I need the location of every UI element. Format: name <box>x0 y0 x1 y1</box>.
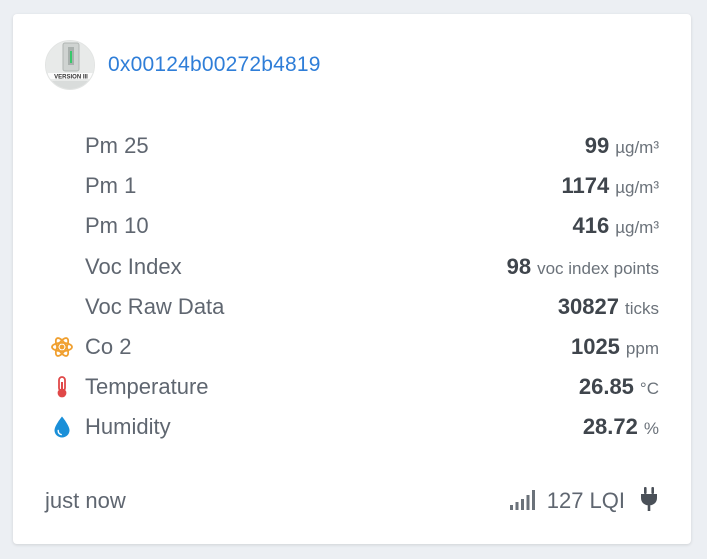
lqi-value: 127 LQI <box>546 488 625 513</box>
last-seen-text: just now <box>45 488 126 513</box>
metric-row-pm25: Pm 25 99 µg/m³ <box>45 126 659 166</box>
metric-label: Pm 10 <box>85 213 149 239</box>
metric-value: 416 µg/m³ <box>572 213 659 239</box>
metric-value: 26.85 °C <box>579 374 659 400</box>
metric-value: 99 µg/m³ <box>585 133 659 159</box>
metric-row-humidity: Humidity 28.72 % <box>45 407 659 447</box>
card-footer: just now 127 LQI <box>45 486 659 516</box>
metric-label: Co 2 <box>85 334 132 360</box>
avatar-caption: VERSION III <box>54 75 88 81</box>
metric-row-temperature: Temperature 26.85 °C <box>45 367 659 407</box>
metric-unit: ticks <box>625 298 659 318</box>
metric-label: Temperature <box>85 374 209 400</box>
metric-number: 30827 <box>557 293 619 319</box>
water-drop-icon <box>50 415 74 439</box>
device-avatar[interactable]: VERSION III <box>45 40 95 90</box>
signal-bars-icon <box>509 487 539 516</box>
metric-label: Pm 1 <box>85 173 137 199</box>
metric-number: 416 <box>572 213 610 239</box>
metric-value: 98 voc index points <box>507 254 659 280</box>
metric-number: 1025 <box>570 334 620 360</box>
metric-label: Voc Index <box>85 253 182 279</box>
metric-unit: µg/m³ <box>615 138 659 158</box>
device-header: VERSION III 0x00124b00272b4819 <box>45 40 321 90</box>
device-image-icon: VERSION III <box>46 41 94 89</box>
atom-icon <box>50 335 74 359</box>
device-id-link[interactable]: 0x00124b00272b4819 <box>108 53 321 77</box>
plug-icon <box>639 486 659 517</box>
metric-value: 28.72 % <box>583 414 659 440</box>
metric-row-voc-index: Voc Index 98 voc index points <box>45 247 659 287</box>
metric-label: Voc Raw Data <box>85 293 225 319</box>
metric-value: 1174 µg/m³ <box>561 173 659 199</box>
metric-label: Humidity <box>85 414 171 440</box>
metric-unit: °C <box>639 379 659 399</box>
metric-unit: µg/m³ <box>615 218 659 238</box>
device-card: VERSION III 0x00124b00272b4819 Pm 25 99 … <box>13 14 691 544</box>
metric-label: Pm 25 <box>85 133 149 159</box>
metric-value: 30827 ticks <box>558 294 659 320</box>
metric-number: 98 <box>506 253 532 279</box>
metric-unit: voc index points <box>537 258 659 278</box>
metric-number: 99 <box>584 133 610 159</box>
metric-row-voc-raw: Voc Raw Data 30827 ticks <box>45 287 659 327</box>
metric-unit: µg/m³ <box>615 178 659 198</box>
metric-number: 26.85 <box>578 374 634 400</box>
metric-unit: % <box>643 419 659 439</box>
metric-row-pm1: Pm 1 1174 µg/m³ <box>45 166 659 206</box>
metric-value: 1025 ppm <box>571 334 659 360</box>
status-area: 127 LQI <box>509 486 659 517</box>
metric-row-co2: Co 2 1025 ppm <box>45 327 659 367</box>
metrics-list: Pm 25 99 µg/m³ Pm 1 1174 µg/m³ Pm 10 416… <box>45 126 659 448</box>
metric-row-pm10: Pm 10 416 µg/m³ <box>45 206 659 246</box>
metric-number: 28.72 <box>582 414 638 440</box>
metric-number: 1174 <box>561 173 610 199</box>
metric-unit: ppm <box>625 339 659 359</box>
thermometer-icon <box>50 375 74 399</box>
